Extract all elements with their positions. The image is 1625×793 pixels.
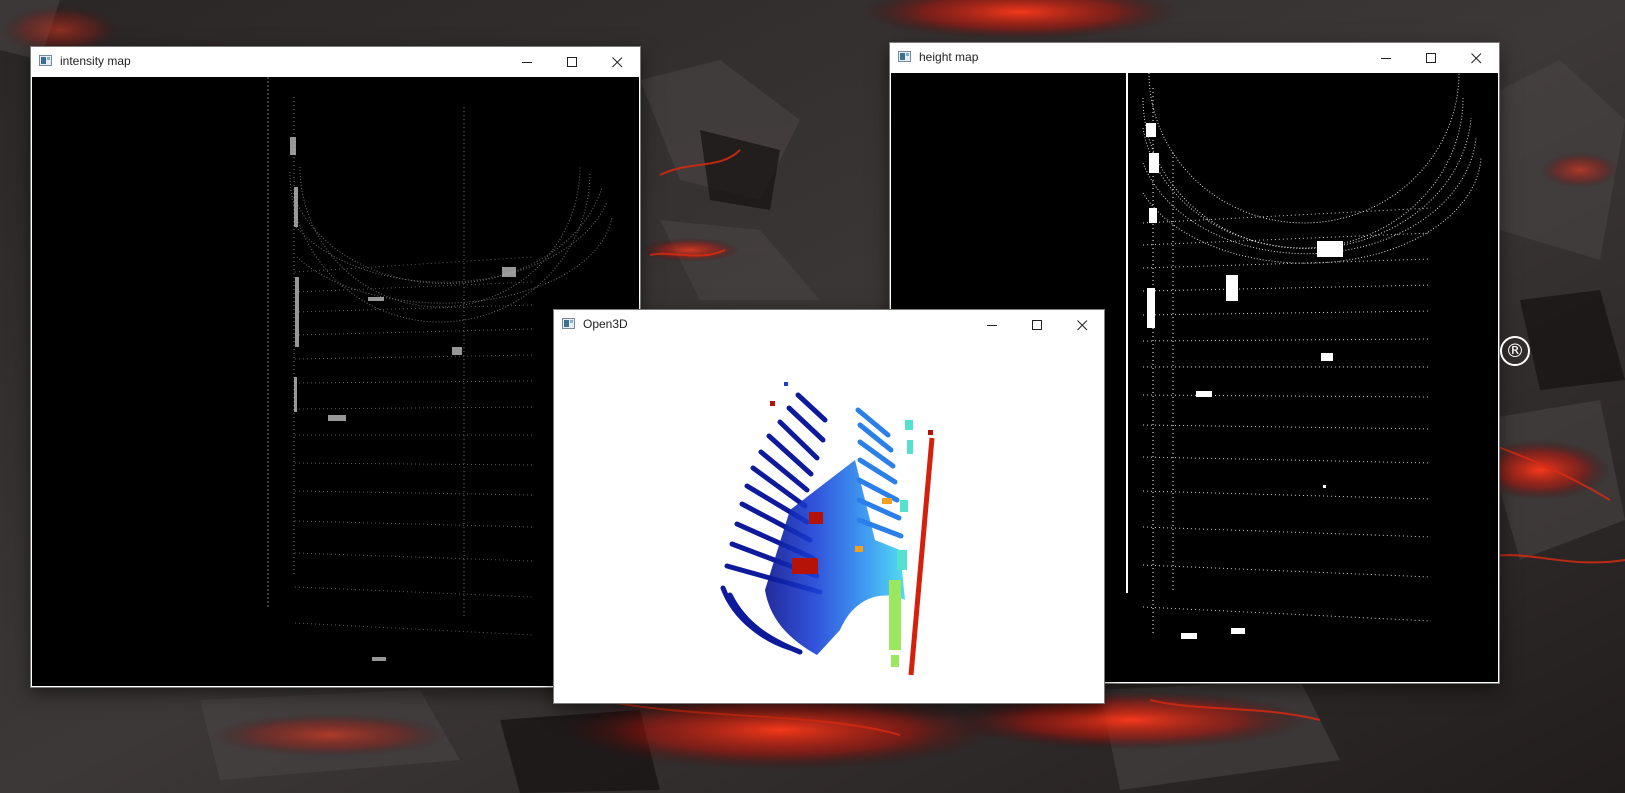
app-window-icon [562,318,575,329]
minimize-button[interactable] [1364,43,1409,73]
open3d-window[interactable]: Open3D [554,310,1104,703]
window-title: Open3D [583,317,628,331]
height-map-titlebar[interactable]: height map [890,43,1499,73]
close-button[interactable] [595,47,640,77]
app-window-icon [898,51,911,62]
intensity-scan-render [267,77,613,661]
maximize-button[interactable] [1409,43,1454,73]
point-cloud-render [720,382,935,676]
maximize-button[interactable] [550,47,595,77]
open3d-titlebar[interactable]: Open3D [554,310,1104,340]
app-window-icon [39,55,52,66]
intensity-map-window[interactable]: intensity map [31,47,640,687]
registered-mark: ® [1500,336,1530,366]
minimize-icon [522,62,532,63]
close-button[interactable] [1060,310,1105,340]
maximize-icon [567,57,577,67]
close-button[interactable] [1454,43,1499,73]
open3d-viewport[interactable] [555,340,1103,702]
intensity-map-titlebar[interactable]: intensity map [31,47,640,77]
close-icon [1077,320,1088,331]
maximize-button[interactable] [1015,310,1060,340]
minimize-button[interactable] [505,47,550,77]
maximize-icon [1426,53,1436,63]
intensity-map-image [32,77,639,686]
window-title: height map [919,50,979,64]
window-title: intensity map [60,54,131,68]
close-icon [1471,53,1482,64]
close-icon [612,57,623,68]
minimize-icon [987,325,997,326]
maximize-icon [1032,320,1042,330]
minimize-button[interactable] [970,310,1015,340]
minimize-icon [1381,58,1391,59]
